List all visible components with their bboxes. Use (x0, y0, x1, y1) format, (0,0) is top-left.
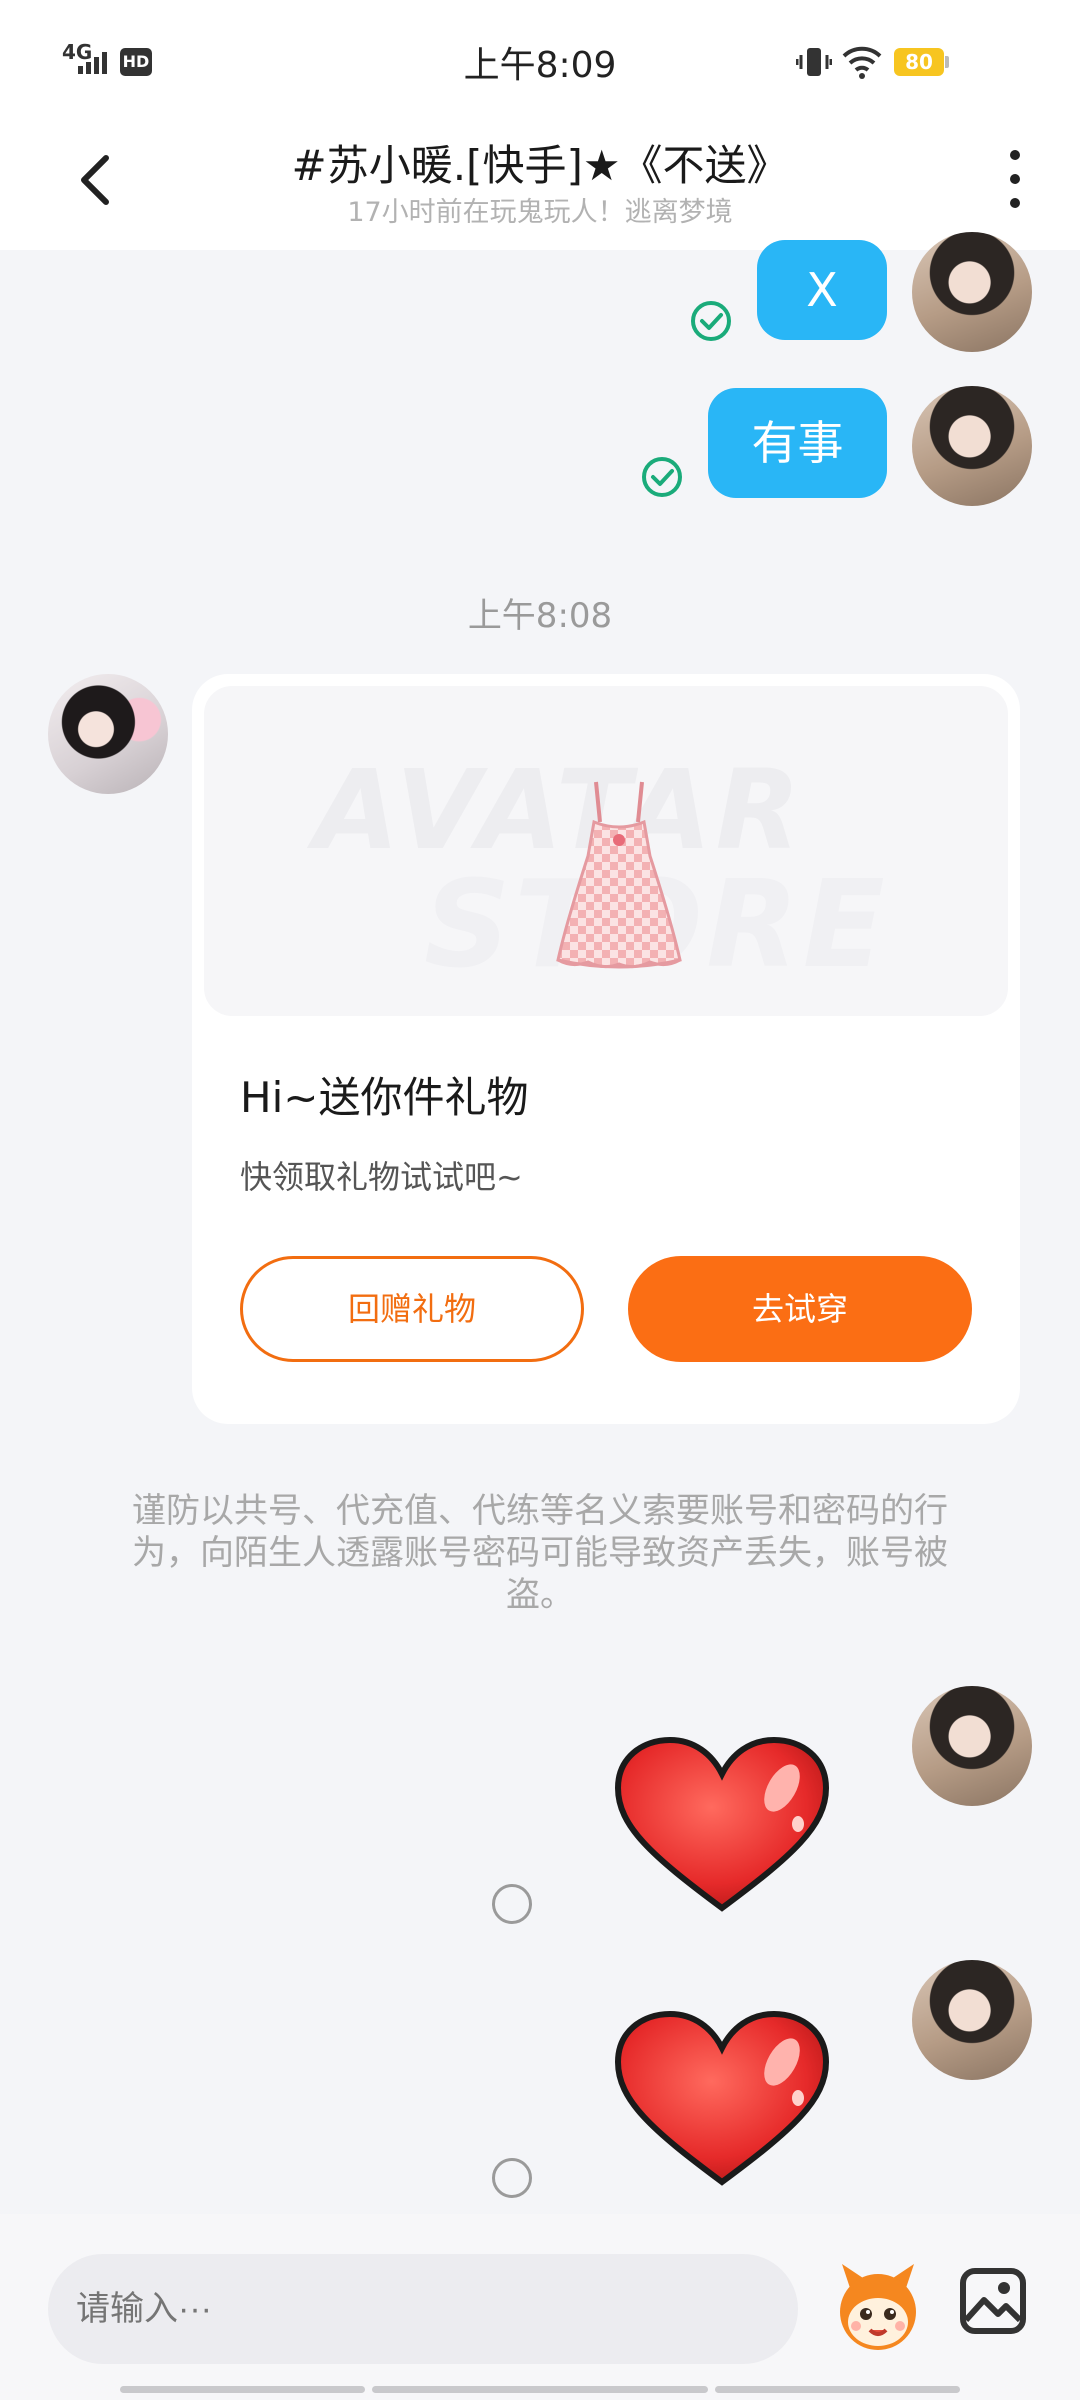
gift-card[interactable]: AVATAR STORE Hi~送你件礼物 快领取礼物试试吧~ 回赠礼物 去试穿 (192, 674, 1020, 1424)
my-avatar[interactable] (912, 232, 1032, 352)
home-indicator (372, 2386, 708, 2393)
input-bar (0, 2214, 1080, 2400)
chat-header: #苏小暖.[快手]★《不送》 17小时前在玩鬼玩人！逃离梦境 (0, 120, 1080, 250)
home-indicator (715, 2386, 960, 2393)
status-bar: 4G HD 上午8:09 80 (0, 0, 1080, 120)
message-text: X (806, 263, 838, 317)
gift-description: 快领取礼物试试吧~ (240, 1158, 523, 1196)
battery-tip (945, 56, 949, 68)
unread-circle-icon (492, 2158, 532, 2198)
message-text: 有事 (751, 416, 844, 470)
security-warning: 谨防以共号、代充值、代练等名义索要账号和密码的行为，向陌生人透露账号密码可能导致… (132, 1491, 948, 1615)
more-options-icon[interactable] (1000, 150, 1030, 216)
message-bubble[interactable]: 有事 (708, 388, 887, 498)
message-timestamp: 上午8:08 (467, 596, 613, 636)
my-avatar[interactable] (912, 1960, 1032, 2080)
wifi-icon (842, 46, 882, 79)
gift-title: Hi~送你件礼物 (240, 1073, 529, 1122)
my-avatar[interactable] (912, 1686, 1032, 1806)
contact-avatar[interactable] (48, 674, 168, 794)
gift-preview[interactable]: AVATAR STORE (204, 686, 1008, 1016)
try-on-button[interactable]: 去试穿 (628, 1256, 972, 1362)
message-input[interactable] (48, 2254, 798, 2364)
read-check-icon (642, 457, 682, 497)
chat-title: #苏小暖.[快手]★《不送》 (291, 141, 789, 190)
my-avatar[interactable] (912, 386, 1032, 506)
heart-sticker-icon[interactable] (612, 1736, 832, 1916)
read-check-icon (691, 301, 731, 341)
unread-circle-icon (492, 1884, 532, 1924)
message-bubble[interactable]: X (757, 240, 887, 340)
home-indicator (120, 2386, 365, 2393)
vibrate-icon (796, 48, 832, 76)
battery-indicator: 80 (894, 48, 944, 76)
heart-sticker-icon[interactable] (612, 2010, 832, 2190)
return-gift-button[interactable]: 回赠礼物 (240, 1256, 584, 1362)
chat-subtitle: 17小时前在玩鬼玩人！逃离梦境 (347, 197, 733, 228)
image-picker-icon[interactable] (958, 2266, 1028, 2336)
dress-gift-image (556, 781, 682, 969)
sticker-mascot-icon[interactable] (830, 2258, 926, 2354)
